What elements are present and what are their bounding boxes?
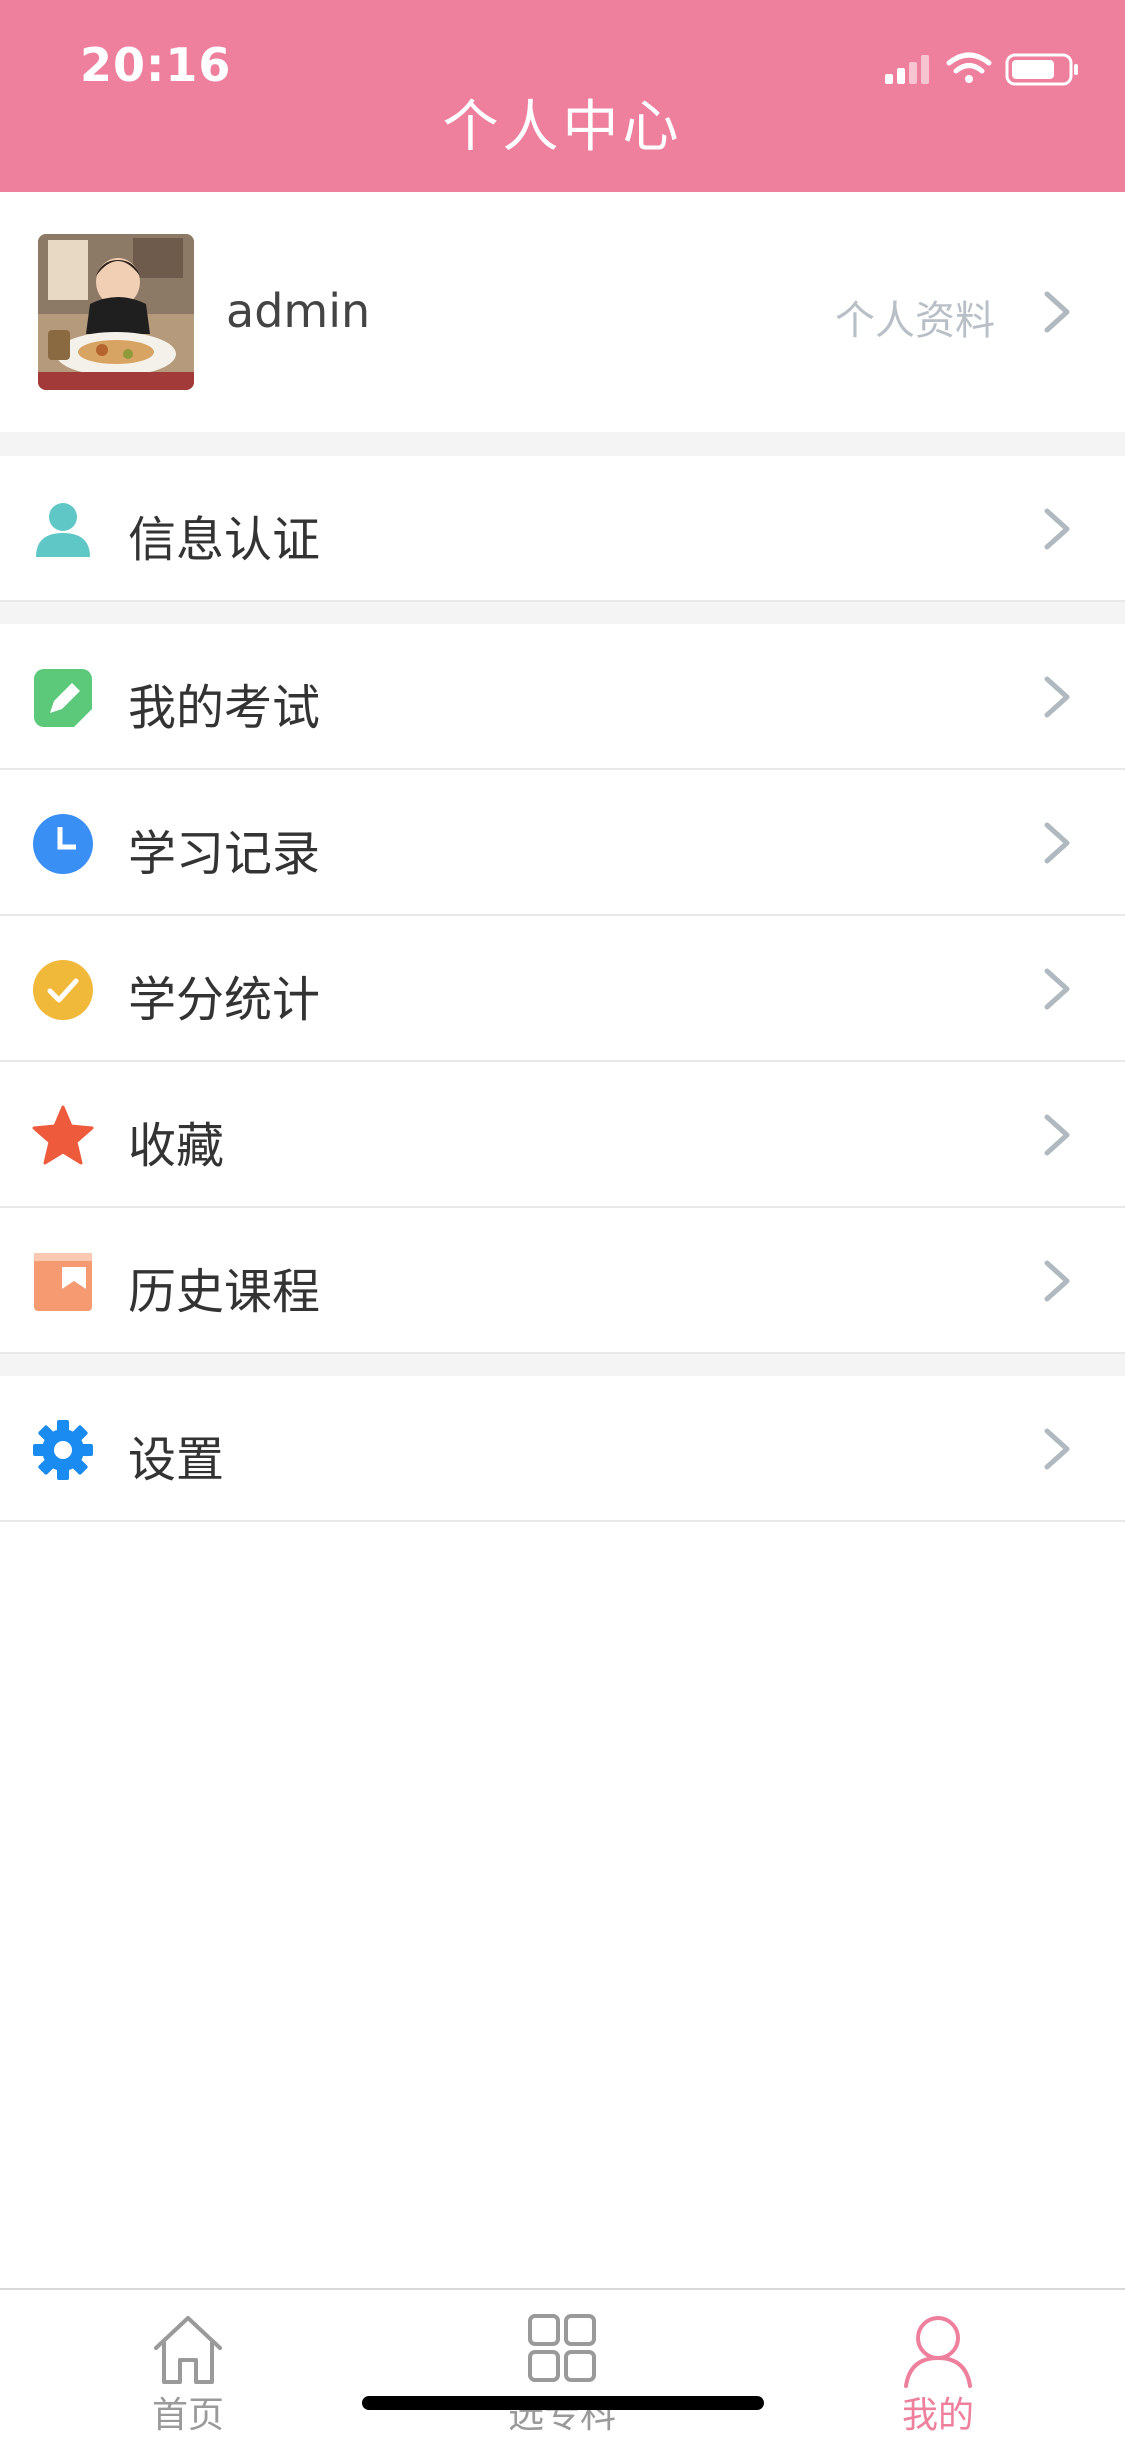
menu-item-history-courses[interactable]: 历史课程 bbox=[0, 1208, 1125, 1354]
chevron-right-icon bbox=[1044, 822, 1070, 864]
menu-item-study-records[interactable]: 学习记录 bbox=[0, 770, 1125, 916]
menu-item-label: 学分统计 bbox=[128, 972, 321, 1028]
section-gap bbox=[0, 1354, 1125, 1376]
menu-item-label: 历史课程 bbox=[128, 1264, 321, 1320]
menu-item-favorites[interactable]: 收藏 bbox=[0, 1062, 1125, 1208]
section-gap bbox=[0, 432, 1125, 456]
tab-select-subject[interactable]: 选专科 bbox=[462, 2290, 662, 2438]
person-icon bbox=[36, 503, 90, 557]
menu-item-label: 我的考试 bbox=[128, 680, 321, 736]
chevron-right-icon bbox=[1044, 968, 1070, 1010]
home-icon bbox=[154, 2316, 222, 2384]
clock-icon bbox=[33, 814, 93, 874]
battery-icon bbox=[1005, 53, 1078, 86]
section-gap bbox=[0, 602, 1125, 624]
tab-mine[interactable]: 我的 bbox=[838, 2290, 1038, 2438]
menu-item-label: 信息认证 bbox=[128, 512, 321, 568]
user-icon bbox=[904, 2316, 972, 2388]
book-icon bbox=[34, 1253, 92, 1311]
menu-item-info-auth[interactable]: 信息认证 bbox=[0, 456, 1125, 602]
profile-card[interactable]: admin 个人资料 bbox=[0, 192, 1125, 432]
menu-item-label: 设置 bbox=[128, 1432, 225, 1488]
chevron-right-icon bbox=[1044, 676, 1070, 718]
tab-label: 选专科 bbox=[507, 2395, 616, 2436]
chevron-right-icon bbox=[1044, 1114, 1070, 1156]
star-icon bbox=[32, 1105, 94, 1165]
avatar[interactable] bbox=[38, 234, 194, 390]
grid-icon bbox=[528, 2314, 596, 2382]
edit-icon bbox=[34, 669, 92, 727]
chevron-right-icon bbox=[1044, 1260, 1070, 1302]
tab-home[interactable]: 首页 bbox=[88, 2290, 288, 2438]
menu-item-credit-stats[interactable]: 学分统计 bbox=[0, 916, 1125, 1062]
chevron-right-icon bbox=[1044, 1428, 1070, 1470]
wifi-icon bbox=[946, 52, 992, 83]
header: 20:16 个人中心 bbox=[0, 0, 1125, 192]
chevron-right-icon bbox=[1044, 291, 1070, 333]
menu-item-my-exams[interactable]: 我的考试 bbox=[0, 624, 1125, 770]
chevron-right-icon bbox=[1044, 508, 1070, 550]
tab-label: 首页 bbox=[151, 2395, 224, 2436]
menu-item-settings[interactable]: 设置 bbox=[0, 1376, 1125, 1522]
signal-icon bbox=[885, 55, 929, 84]
home-indicator[interactable] bbox=[362, 2396, 764, 2410]
menu-item-label: 收藏 bbox=[128, 1118, 225, 1174]
gear-icon bbox=[33, 1420, 93, 1480]
check-circle-icon bbox=[33, 960, 93, 1020]
tab-bar: 首页 选专科 我的 bbox=[0, 2288, 1125, 2436]
username: admin bbox=[226, 284, 371, 338]
tab-label: 我的 bbox=[901, 2395, 974, 2436]
profile-link[interactable]: 个人资料 bbox=[835, 288, 995, 346]
menu-item-label: 学习记录 bbox=[128, 826, 321, 882]
page-title: 个人中心 bbox=[442, 95, 683, 160]
